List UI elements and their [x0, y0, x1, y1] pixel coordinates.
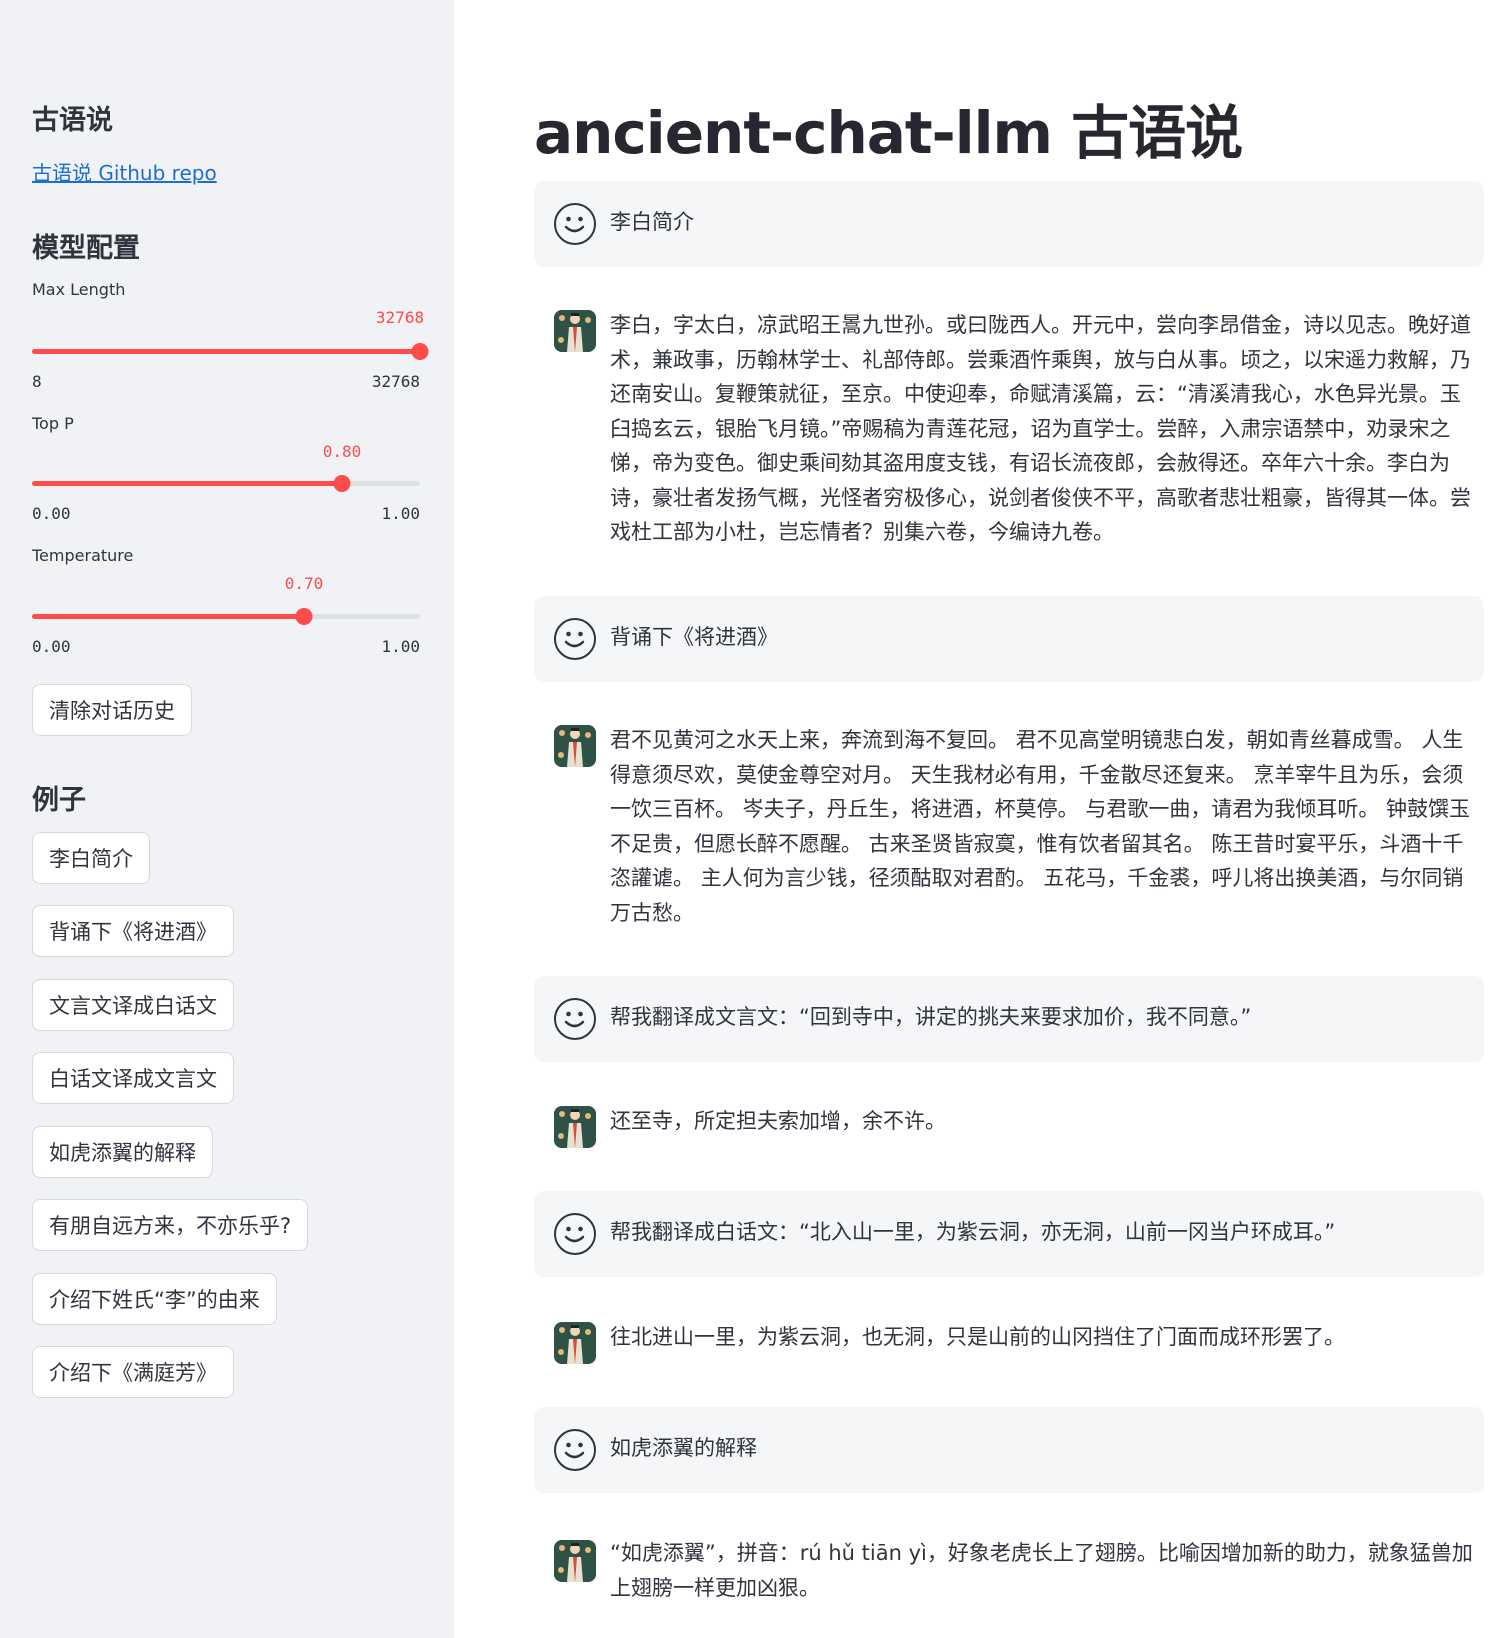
ancient-figure-avatar-icon [554, 310, 596, 352]
assistant-message: “如虎添翼”，拼音：rú hǔ tiān yì，好象老虎长上了翅膀。比喻因增加新… [534, 1534, 1484, 1634]
temperature-slider[interactable] [32, 608, 420, 625]
examples-heading: 例子 [32, 785, 86, 816]
github-repo-link[interactable]: 古语说 Github repo [32, 157, 217, 186]
message-text: 李白简介 [610, 210, 694, 234]
message-text: 李白，字太白，凉武昭王暠九世孙。或曰陇西人。开元中，尝向李昂借金，诗以见志。晚好… [610, 313, 1471, 544]
ancient-figure-avatar-icon [554, 725, 596, 767]
temperature-value: 0.70 [284, 574, 324, 593]
max-length-max: 32768 [371, 372, 420, 391]
message-text: 如虎添翼的解释 [610, 1436, 757, 1460]
message-text: 往北进山一里，为紫云洞，也无洞，只是山前的山冈挡住了门面而成环形罢了。 [610, 1325, 1345, 1349]
top-p-value: 0.80 [322, 442, 362, 461]
message-text: “如虎添翼”，拼音：rú hǔ tiān yì，好象老虎长上了翅膀。比喻因增加新… [610, 1541, 1473, 1600]
user-message: 背诵下《将进酒》 [534, 596, 1484, 682]
user-message: 帮我翻译成白话文：“北入山一里，为紫云洞，亦无洞，山前一冈当户环成耳。” [534, 1191, 1484, 1277]
model-config-heading: 模型配置 [32, 233, 140, 264]
max-length-label: Max Length [32, 280, 126, 299]
clear-history-button[interactable]: 清除对话历史 [32, 684, 192, 736]
temperature-max: 1.00 [381, 637, 420, 656]
ancient-figure-avatar-icon [554, 1540, 596, 1582]
max-length-value: 32768 [375, 308, 425, 327]
message-text: 背诵下《将进酒》 [610, 625, 778, 649]
top-p-label: Top P [32, 414, 74, 433]
ancient-figure-avatar-icon [554, 1322, 596, 1364]
temperature-min: 0.00 [32, 637, 71, 656]
top-p-min: 0.00 [32, 504, 71, 523]
top-p-slider[interactable] [32, 475, 420, 492]
max-length-min: 8 [32, 372, 42, 391]
smiley-face-icon [554, 203, 596, 245]
user-message: 如虎添翼的解释 [534, 1407, 1484, 1493]
assistant-message: 还至寺，所定担夫索加增，余不许。 [534, 1098, 1484, 1158]
smiley-face-icon [554, 1213, 596, 1255]
max-length-slider[interactable] [32, 343, 429, 360]
smiley-face-icon [554, 998, 596, 1040]
slider-thumb[interactable] [411, 343, 429, 360]
example-button[interactable]: 有朋自远方来，不亦乐乎? [32, 1199, 309, 1251]
example-button[interactable]: 李白简介 [32, 832, 150, 884]
slider-fill [32, 349, 420, 354]
temperature-label: Temperature [32, 546, 134, 565]
top-p-max: 1.00 [381, 504, 420, 523]
user-message: 帮我翻译成文言文：“回到寺中，讲定的挑夫来要求加价，我不同意。” [534, 976, 1484, 1062]
assistant-message: 李白，字太白，凉武昭王暠九世孙。或曰陇西人。开元中，尝向李昂借金，诗以见志。晚好… [534, 302, 1484, 562]
message-text: 帮我翻译成文言文：“回到寺中，讲定的挑夫来要求加价，我不同意。” [610, 1005, 1252, 1029]
smiley-face-icon [554, 618, 596, 660]
sidebar: 古语说 古语说 Github repo 模型配置 Max Length 3276… [0, 0, 454, 1638]
slider-fill [32, 481, 343, 486]
message-text: 帮我翻译成白话文：“北入山一里，为紫云洞，亦无洞，山前一冈当户环成耳。” [610, 1220, 1336, 1244]
example-button[interactable]: 白话文译成文言文 [32, 1052, 234, 1104]
example-button[interactable]: 介绍下姓氏“李”的由来 [32, 1273, 277, 1325]
user-message: 李白简介 [534, 181, 1484, 267]
assistant-message: 君不见黄河之水天上来，奔流到海不复回。 君不见高堂明镜悲白发，朝如青丝暮成雪。 … [534, 717, 1484, 947]
sidebar-title: 古语说 [32, 105, 113, 136]
example-button[interactable]: 文言文译成白话文 [32, 979, 234, 1031]
slider-thumb[interactable] [295, 608, 313, 625]
message-text: 君不见黄河之水天上来，奔流到海不复回。 君不见高堂明镜悲白发，朝如青丝暮成雪。 … [610, 728, 1471, 925]
example-button[interactable]: 介绍下《满庭芳》 [32, 1346, 234, 1398]
smiley-face-icon [554, 1429, 596, 1471]
slider-fill [32, 614, 304, 619]
page-title: ancient-chat-llm 古语说 [534, 99, 1243, 167]
assistant-message: 往北进山一里，为紫云洞，也无洞，只是山前的山冈挡住了门面而成环形罢了。 [534, 1314, 1484, 1374]
slider-thumb[interactable] [333, 475, 351, 492]
message-text: 还至寺，所定担夫索加增，余不许。 [610, 1109, 946, 1133]
example-button[interactable]: 背诵下《将进酒》 [32, 905, 234, 957]
example-button[interactable]: 如虎添翼的解释 [32, 1126, 213, 1178]
ancient-figure-avatar-icon [554, 1106, 596, 1148]
